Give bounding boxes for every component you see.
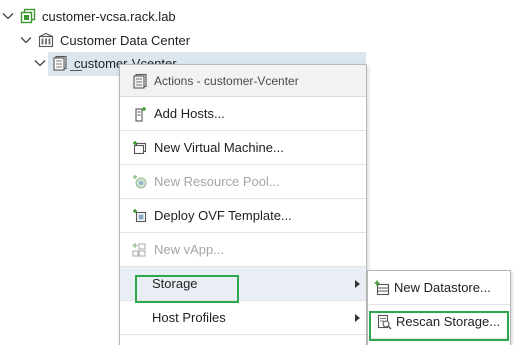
cluster-icon: [52, 55, 68, 71]
submenu-item-new-datastore[interactable]: New Datastore...: [368, 271, 510, 305]
tree-item-vcsa[interactable]: customer-vcsa.rack.lab: [2, 5, 176, 27]
submenu-arrow-icon: [355, 279, 360, 288]
vapp-icon: [132, 242, 148, 258]
menu-item-new-virtual-machine[interactable]: New Virtual Machine...: [120, 131, 366, 165]
menu-header: Actions - customer-Vcenter: [120, 65, 366, 97]
menu-item-label: Deploy OVF Template...: [154, 208, 292, 223]
menu-item-label: Add Hosts...: [154, 106, 225, 121]
menu-item-label: Storage: [152, 276, 198, 291]
resource-pool-icon: [132, 174, 148, 190]
tree-child-placeholder: [70, 70, 82, 71]
menu-item-add-hosts[interactable]: Add Hosts...: [120, 97, 366, 131]
menu-item-storage[interactable]: Storage: [120, 267, 366, 301]
menu-item-new-resource-pool[interactable]: New Resource Pool...: [120, 165, 366, 199]
cluster-icon: [132, 73, 148, 89]
menu-item-label: New Resource Pool...: [154, 174, 280, 189]
chevron-down-icon[interactable]: [34, 57, 46, 69]
menu-item-deploy-ovf-template[interactable]: Deploy OVF Template...: [120, 199, 366, 233]
chevron-down-icon[interactable]: [20, 34, 32, 46]
menu-item-label: New Virtual Machine...: [154, 140, 284, 155]
vcenter-server-icon: [20, 8, 36, 24]
new-vm-icon: [132, 140, 148, 156]
menu-item-label: Host Profiles: [152, 310, 226, 325]
submenu-item-rescan-storage[interactable]: Rescan Storage...: [368, 305, 510, 339]
menu-item-host-profiles[interactable]: Host Profiles: [120, 301, 366, 335]
storage-submenu: New Datastore... Rescan Storage...: [367, 270, 511, 345]
tree-label-vcsa: customer-vcsa.rack.lab: [42, 8, 176, 24]
submenu-item-label: New Datastore...: [394, 280, 491, 295]
menu-item-new-vapp[interactable]: New vApp...: [120, 233, 366, 267]
menu-header-label: Actions - customer-Vcenter: [154, 73, 299, 88]
chevron-down-icon[interactable]: [2, 10, 14, 22]
submenu-item-label: Rescan Storage...: [396, 314, 501, 329]
actions-context-menu: Actions - customer-Vcenter Add Hosts... …: [119, 64, 367, 345]
datacenter-icon: [38, 32, 54, 48]
deploy-ovf-icon: [132, 208, 148, 224]
tree-label-datacenter: Customer Data Center: [60, 32, 191, 48]
submenu-arrow-icon: [355, 313, 360, 322]
tree-item-datacenter[interactable]: Customer Data Center: [20, 29, 190, 51]
add-host-icon: [132, 106, 148, 122]
rescan-storage-icon: [376, 314, 392, 330]
menu-item-label: New vApp...: [154, 242, 225, 257]
new-datastore-icon: [374, 280, 390, 296]
